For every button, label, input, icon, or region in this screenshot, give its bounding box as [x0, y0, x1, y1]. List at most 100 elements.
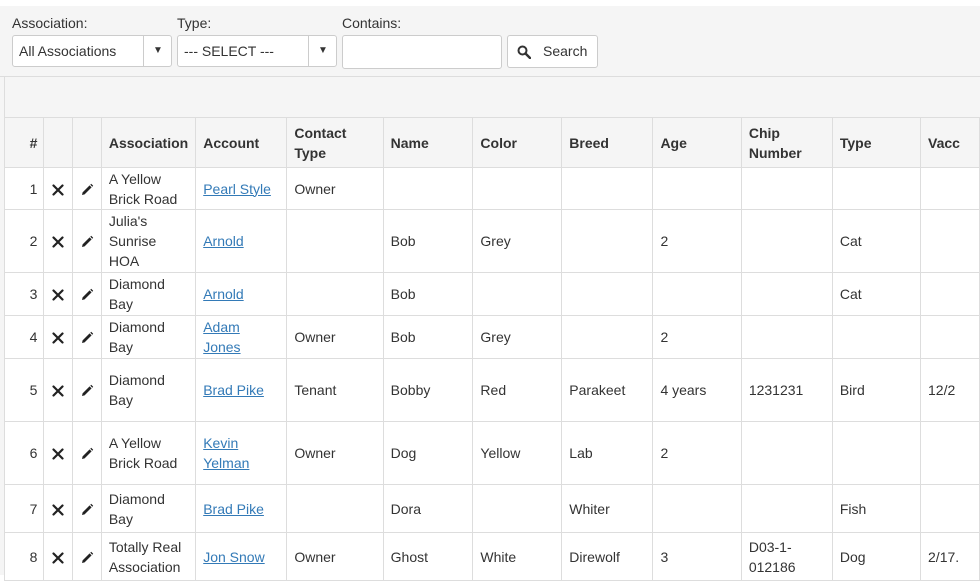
- cell-color: Grey: [472, 315, 563, 359]
- cell-vaccination: [920, 484, 980, 533]
- edit-button[interactable]: [72, 272, 102, 316]
- cell-row-number: 4: [3, 315, 45, 359]
- cell-breed: Lab: [561, 421, 654, 485]
- cell-name: Ghost: [382, 532, 474, 581]
- column-header-account[interactable]: Account: [195, 117, 288, 168]
- cell-account: Brad Pike: [195, 358, 288, 422]
- cell-account: Adam Jones: [195, 315, 288, 359]
- account-link[interactable]: Brad Pike: [203, 501, 264, 517]
- delete-button[interactable]: [43, 167, 74, 210]
- cell-name: Dora: [382, 484, 474, 533]
- type-select[interactable]: --- SELECT --- ▼: [177, 35, 337, 67]
- cell-row-number: 2: [3, 209, 45, 273]
- column-header-breed[interactable]: Breed: [561, 117, 654, 168]
- column-header-association[interactable]: Association: [100, 117, 197, 168]
- cell-color: Grey: [472, 209, 563, 273]
- account-link[interactable]: Arnold: [203, 233, 243, 249]
- contains-input[interactable]: [342, 35, 502, 69]
- search-button[interactable]: Search: [507, 35, 598, 68]
- column-header-color[interactable]: Color: [472, 117, 563, 168]
- cell-type: Dog: [831, 532, 922, 581]
- cell-association: Totally Real Association: [100, 532, 197, 581]
- close-icon: [52, 501, 64, 517]
- association-label: Association:: [12, 15, 88, 31]
- column-header-age[interactable]: Age: [652, 117, 742, 168]
- type-dropdown-toggle[interactable]: ▼: [308, 36, 336, 66]
- column-header-type[interactable]: Type: [831, 117, 922, 168]
- cell-chip-number: [740, 315, 833, 359]
- cell-age: [652, 167, 742, 210]
- cell-contact-type: Owner: [286, 421, 384, 485]
- cell-name: Bob: [382, 209, 474, 273]
- column-header-name[interactable]: Name: [382, 117, 474, 168]
- column-header-chip-number[interactable]: Chip Number: [740, 117, 833, 168]
- cell-chip-number: 1231231: [740, 358, 833, 422]
- close-icon: [52, 549, 64, 565]
- close-icon: [52, 329, 64, 345]
- pencil-icon: [80, 329, 94, 345]
- association-select[interactable]: All Associations ▼: [12, 35, 172, 67]
- column-header-number[interactable]: #: [3, 117, 45, 168]
- cell-age: 3: [652, 532, 742, 581]
- cell-color: [472, 272, 563, 316]
- cell-breed: [561, 272, 654, 316]
- edit-button[interactable]: [72, 167, 102, 210]
- account-link[interactable]: Arnold: [203, 286, 243, 302]
- cell-breed: Direwolf: [561, 532, 654, 581]
- caret-down-icon: ▼: [318, 45, 328, 56]
- account-link[interactable]: Jon Snow: [203, 549, 264, 565]
- delete-button[interactable]: [43, 358, 74, 422]
- cell-name: Bob: [382, 272, 474, 316]
- delete-button[interactable]: [43, 421, 74, 485]
- close-icon: [52, 445, 64, 461]
- cell-vaccination: 2/17.: [920, 532, 980, 581]
- pets-table: # Association Account Contact Type Name …: [3, 117, 980, 581]
- close-icon: [52, 382, 64, 398]
- edit-button[interactable]: [72, 358, 102, 422]
- delete-button[interactable]: [43, 484, 74, 533]
- column-header-vaccination[interactable]: Vacc: [920, 117, 980, 168]
- cell-type: [831, 315, 922, 359]
- pencil-icon: [80, 233, 94, 249]
- cell-age: 2: [652, 421, 742, 485]
- cell-vaccination: [920, 167, 980, 210]
- cell-age: 2: [652, 315, 742, 359]
- cell-chip-number: [740, 209, 833, 273]
- table-row: 5 Diamond Bay Brad Pike Tenant Bobby Red Parak…: [3, 358, 980, 422]
- account-link[interactable]: Adam Jones: [203, 319, 240, 355]
- cell-name: Bobby: [382, 358, 474, 422]
- cell-type: [831, 421, 922, 485]
- search-button-label: Search: [543, 43, 588, 59]
- table-header-row: # Association Account Contact Type Name …: [3, 117, 980, 168]
- cell-name: Dog: [382, 421, 474, 485]
- contains-filter: Contains:: [342, 14, 502, 69]
- edit-button[interactable]: [72, 484, 102, 533]
- delete-button[interactable]: [43, 315, 74, 359]
- edit-button[interactable]: [72, 421, 102, 485]
- cell-row-number: 7: [3, 484, 45, 533]
- cell-breed: Whiter: [561, 484, 654, 533]
- edit-button[interactable]: [72, 532, 102, 581]
- pencil-icon: [80, 286, 94, 302]
- cell-name: [382, 167, 474, 210]
- account-link[interactable]: Brad Pike: [203, 382, 264, 398]
- edit-button[interactable]: [72, 209, 102, 273]
- account-link[interactable]: Pearl Style: [203, 181, 271, 197]
- cell-contact-type: Owner: [286, 167, 384, 210]
- column-header-contact-type[interactable]: Contact Type: [286, 117, 384, 168]
- cell-account: Jon Snow: [195, 532, 288, 581]
- column-header-delete: [43, 117, 74, 168]
- cell-chip-number: [740, 167, 833, 210]
- delete-button[interactable]: [43, 209, 74, 273]
- association-dropdown-toggle[interactable]: ▼: [143, 36, 171, 66]
- account-link[interactable]: Kevin Yelman: [203, 435, 249, 471]
- cell-type: Fish: [831, 484, 922, 533]
- edit-button[interactable]: [72, 315, 102, 359]
- cell-association: A Yellow Brick Road: [100, 421, 197, 485]
- cell-type: Bird: [831, 358, 922, 422]
- delete-button[interactable]: [43, 532, 74, 581]
- cell-vaccination: [920, 272, 980, 316]
- cell-color: Yellow: [472, 421, 563, 485]
- delete-button[interactable]: [43, 272, 74, 316]
- column-header-edit: [72, 117, 102, 168]
